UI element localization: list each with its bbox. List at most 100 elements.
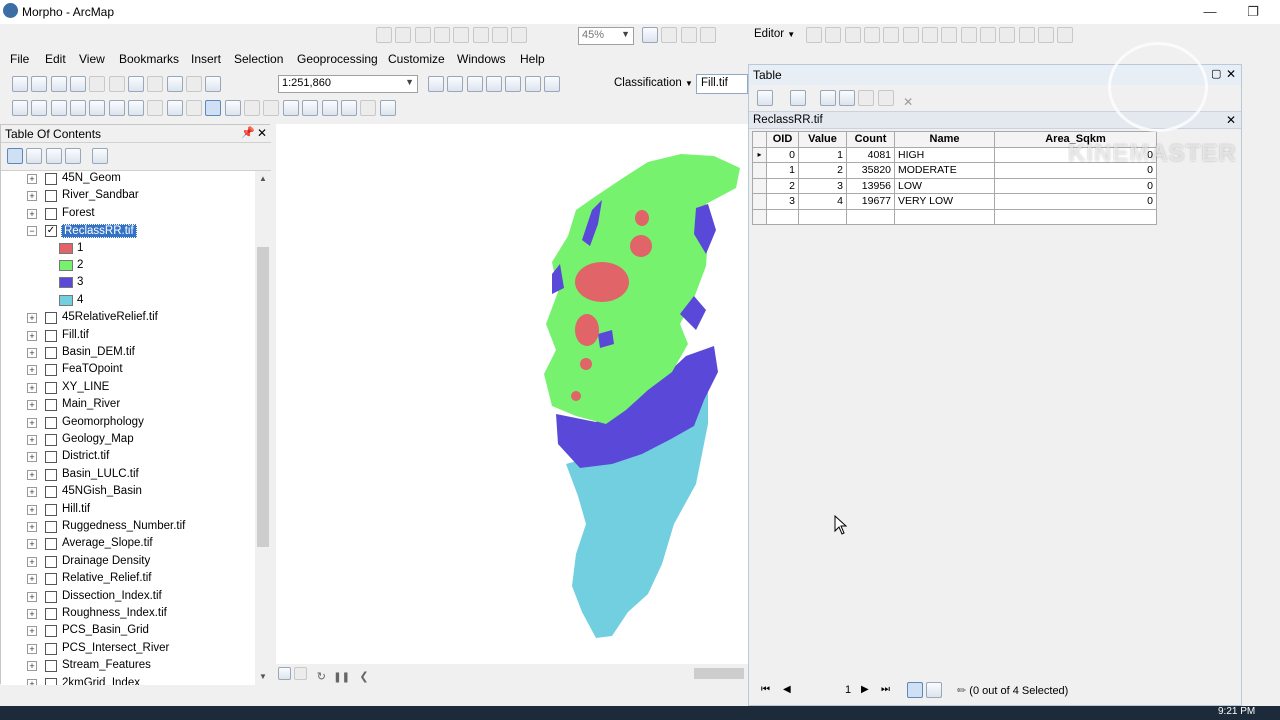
layer-visibility-checkbox[interactable] <box>45 521 57 533</box>
toc-layer-label[interactable]: Relative_Relief.tif <box>62 572 151 584</box>
expand-icon[interactable]: + <box>27 435 37 445</box>
table-cell[interactable]: 3 <box>766 193 799 210</box>
zoom-in-layout-icon[interactable] <box>376 27 392 43</box>
toc-layer-label[interactable]: 2kmGrid_Index <box>62 677 140 685</box>
expand-icon[interactable]: + <box>27 400 37 411</box>
search-window-icon[interactable] <box>486 76 503 92</box>
go-forward-icon[interactable] <box>147 100 164 116</box>
edit-vertices-icon[interactable] <box>922 27 939 43</box>
table-cell[interactable]: HIGH <box>894 146 995 163</box>
toc-layer-label[interactable]: Forest <box>62 207 95 219</box>
toc-scrollbar[interactable]: ▲ ▼ <box>255 171 271 685</box>
toc-layer-item[interactable]: + Fill.tif <box>1 328 255 345</box>
toc-layer-label[interactable]: ReclassRR.tif <box>61 224 137 239</box>
select-by-attributes-icon[interactable] <box>819 90 836 106</box>
toc-layer-item[interactable]: + Basin_DEM.tif <box>1 345 255 362</box>
toc-layer-item[interactable]: − ✓ ReclassRR.tif <box>1 223 255 240</box>
column-header[interactable]: OID <box>766 131 799 148</box>
select-elements-icon[interactable] <box>205 100 222 116</box>
toc-layer-label[interactable]: FeaTOpoint <box>62 363 123 375</box>
table-cell[interactable]: 1 <box>798 146 847 163</box>
table-cell[interactable] <box>894 208 995 225</box>
layer-visibility-checkbox[interactable] <box>45 416 57 429</box>
row-selector[interactable] <box>752 177 767 194</box>
rotate-icon[interactable] <box>999 27 1016 43</box>
menu-selection[interactable]: Selection <box>234 52 283 66</box>
legend-class-item[interactable]: 1 <box>59 241 239 258</box>
expand-icon[interactable]: + <box>27 522 37 532</box>
column-header[interactable]: Count <box>846 131 895 148</box>
open-icon[interactable] <box>31 76 48 92</box>
time-slider-icon[interactable] <box>360 100 377 116</box>
map-view[interactable] <box>276 124 748 664</box>
layer-visibility-checkbox[interactable] <box>45 555 57 568</box>
table-cell[interactable]: 4081 <box>846 146 895 163</box>
expand-icon[interactable]: + <box>27 348 37 358</box>
toc-layer-label[interactable]: 45N_Geom <box>62 172 121 184</box>
row-selector-header[interactable] <box>752 131 767 148</box>
fixed-zoom-out-icon[interactable] <box>472 27 489 43</box>
menu-file[interactable]: File <box>10 52 29 66</box>
editor-menu[interactable]: Editor ▼ <box>754 28 795 40</box>
expand-icon[interactable]: + <box>27 661 37 672</box>
menu-edit[interactable]: Edit <box>45 52 66 66</box>
layer-visibility-checkbox[interactable] <box>45 434 57 446</box>
legend-swatch[interactable] <box>59 242 73 254</box>
new-document-icon[interactable] <box>12 76 28 92</box>
close-tab-icon[interactable]: ✕ <box>1226 113 1236 127</box>
menu-bookmarks[interactable]: Bookmarks <box>119 52 179 66</box>
layer-visibility-checkbox[interactable] <box>45 677 57 685</box>
expand-icon[interactable]: + <box>27 504 37 515</box>
map-scale-combo[interactable]: 1:251,860 ▼ <box>278 75 418 93</box>
toc-layer-item[interactable]: + Stream_Features <box>1 658 255 675</box>
expand-icon[interactable]: + <box>27 208 37 219</box>
table-cell[interactable]: 4 <box>798 193 847 210</box>
toc-layer-label[interactable]: Stream_Features <box>62 659 151 671</box>
column-header[interactable]: Name <box>894 131 995 148</box>
toc-layer-item[interactable]: + Main_River <box>1 397 255 414</box>
clear-table-selection-icon[interactable] <box>858 90 875 106</box>
layer-visibility-checkbox[interactable] <box>45 173 57 185</box>
layer-visibility-checkbox[interactable] <box>45 590 57 603</box>
go-to-xy-icon[interactable] <box>340 100 357 116</box>
toc-layer-item[interactable]: + Relative_Relief.tif <box>1 571 255 588</box>
layer-visibility-checkbox[interactable] <box>45 573 57 586</box>
toc-layer-item[interactable]: + Forest <box>1 206 255 223</box>
table-cell[interactable]: 2 <box>798 162 847 179</box>
toc-layer-item[interactable]: + PCS_Basin_Grid <box>1 623 255 640</box>
menu-customize[interactable]: Customize <box>388 52 445 66</box>
minimize-button[interactable]: — <box>1195 2 1225 22</box>
layer-visibility-checkbox[interactable] <box>45 347 57 359</box>
model-builder-icon[interactable] <box>544 76 561 92</box>
layer-visibility-checkbox[interactable] <box>45 399 57 412</box>
layer-combo[interactable]: Fill.tif <box>696 74 748 94</box>
select-features-icon[interactable] <box>166 100 183 116</box>
toc-layer-label[interactable]: Geomorphology <box>62 416 144 428</box>
row-selector[interactable] <box>752 208 767 225</box>
toc-layer-label[interactable]: River_Sandbar <box>62 189 139 201</box>
toc-layer-item[interactable]: + Ruggedness_Number.tif <box>1 519 255 536</box>
pan-layout-icon[interactable] <box>414 27 431 43</box>
toc-layer-label[interactable]: Fill.tif <box>62 329 89 341</box>
attributes-icon[interactable] <box>1018 27 1035 43</box>
layer-visibility-checkbox[interactable] <box>45 312 57 325</box>
switch-selection-icon[interactable] <box>839 90 856 106</box>
expand-icon[interactable]: + <box>27 609 37 619</box>
last-record-icon[interactable]: ⏭ <box>881 684 890 695</box>
expand-icon[interactable]: + <box>27 539 37 550</box>
scroll-left-icon[interactable]: ❮ <box>359 671 368 683</box>
delete-selected-icon[interactable] <box>877 90 894 106</box>
restore-button[interactable]: ❐ <box>1238 2 1268 22</box>
sketch-properties-icon[interactable] <box>1038 27 1055 43</box>
toc-layer-item[interactable]: + Basin_LULC.tif <box>1 467 255 484</box>
toc-layer-label[interactable]: Geology_Map <box>62 433 134 445</box>
expand-icon[interactable]: + <box>27 678 37 685</box>
table-cell[interactable]: 35820 <box>846 162 895 179</box>
toc-layer-label[interactable]: Roughness_Index.tif <box>62 607 167 619</box>
fixed-zoom-out-map-icon[interactable] <box>108 100 125 116</box>
redo-icon[interactable] <box>186 76 203 92</box>
zoom-percent-combo[interactable]: 45% ▼ <box>578 27 634 45</box>
edit-tool-icon[interactable] <box>806 27 822 43</box>
toc-layer-label[interactable]: XY_LINE <box>62 381 109 393</box>
layer-visibility-checkbox[interactable] <box>45 538 57 551</box>
